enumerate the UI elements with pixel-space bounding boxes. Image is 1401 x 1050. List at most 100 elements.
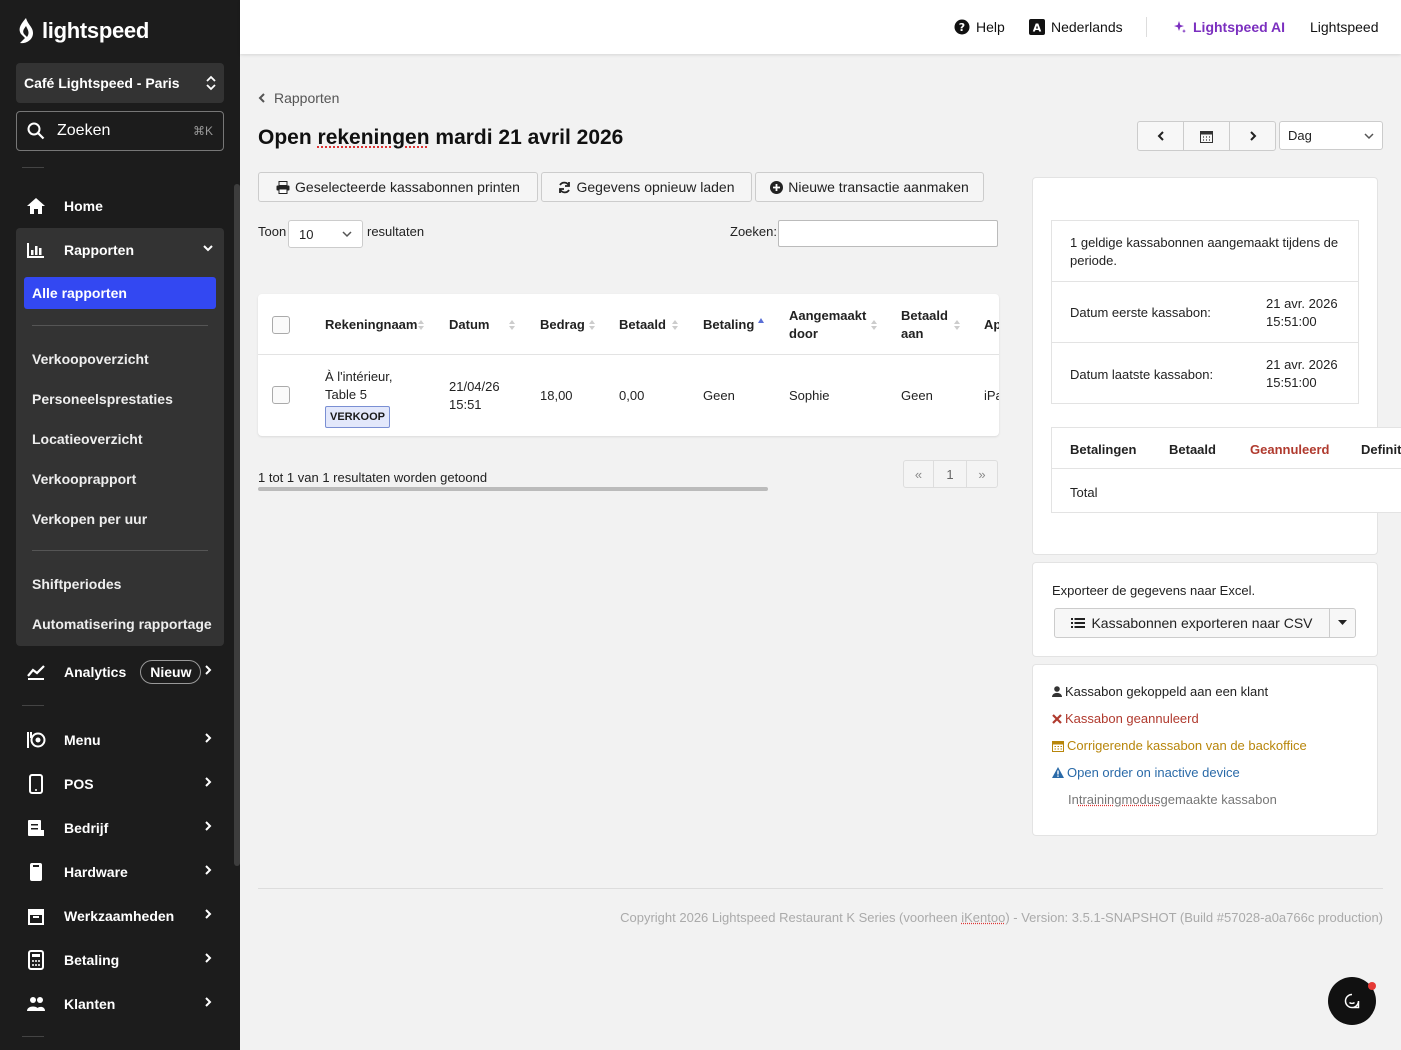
table-search-input[interactable] (778, 220, 998, 247)
select-all-checkbox[interactable] (272, 316, 290, 334)
nav-pos[interactable]: POS (16, 762, 224, 806)
nav-hardware[interactable]: Hardware (16, 850, 224, 894)
ai-label: Lightspeed AI (1193, 19, 1286, 35)
calendar-button[interactable] (1183, 121, 1230, 151)
next-date-button[interactable] (1229, 121, 1276, 151)
export-csv-label: Kassabonnen exporteren naar CSV (1091, 615, 1313, 631)
chevron-right-icon (205, 733, 212, 743)
last-receipt-value: 21 avr. 2026 15:51:00 (1266, 356, 1338, 392)
col-aangemaakt-door[interactable]: Aangemaakt door (789, 307, 869, 343)
sidebar-search[interactable]: Zoeken ⌘K (16, 111, 224, 151)
updown-chevron-icon (206, 75, 216, 91)
help-link[interactable]: ? Help (954, 19, 1005, 35)
col-bedrag[interactable]: Bedrag (540, 316, 585, 334)
table-horizontal-scrollbar[interactable] (258, 487, 768, 491)
row-checkbox[interactable] (272, 386, 290, 404)
last-receipt-date: 21 avr. 2026 (1266, 357, 1338, 372)
users-icon (26, 994, 46, 1014)
footer-copyright: Copyright 2026 Lightspeed Restaurant K S… (620, 910, 1383, 925)
page-size-value: 10 (299, 226, 314, 242)
show-label: Toon (258, 224, 287, 239)
page-size-select[interactable]: 10 (288, 220, 363, 248)
cell-name[interactable]: À l'intérieur, Table 5 VERKOOP (325, 368, 393, 428)
reload-data-button[interactable]: Gegevens opnieuw laden (541, 172, 752, 202)
cell-paid: 0,00 (619, 388, 645, 403)
sub-locatieoverzicht[interactable]: Locatieoverzicht (32, 431, 142, 447)
pager-prev[interactable]: « (903, 460, 934, 488)
svg-text:?: ? (959, 21, 965, 34)
nav-rapporten-label: Rapporten (64, 242, 134, 258)
sub-verkoopoverzicht[interactable]: Verkoopoverzicht (32, 351, 149, 367)
col-betaald-aan[interactable]: Betaald aan (901, 307, 953, 343)
col-rekeningnaam[interactable]: Rekeningnaam (325, 316, 417, 334)
user-icon (1052, 686, 1062, 697)
sub-verkooprapport[interactable]: Verkooprapport (32, 471, 136, 487)
col-betaling[interactable]: Betaling (703, 316, 754, 334)
lightspeed-ai-link[interactable]: Lightspeed AI (1173, 19, 1285, 35)
legend-training-prefix: In (1068, 792, 1079, 807)
language-label: Nederlands (1051, 19, 1123, 35)
sub-all-reports[interactable]: Alle rapporten (24, 277, 216, 309)
sort-icon (672, 320, 678, 330)
payments-col-betalingen: Betalingen (1070, 442, 1137, 457)
cell-amount: 18,00 (540, 388, 573, 403)
last-receipt-time: 15:51:00 (1266, 375, 1317, 390)
legend-corrective-text: Corrigerende kassabon van de backoffice (1067, 738, 1307, 753)
notification-dot (1368, 982, 1376, 990)
col-app[interactable]: Ap (984, 316, 999, 334)
menu-plate-icon (26, 730, 46, 750)
accounts-table: Rekeningnaam Datum Bedrag Betaald Betali… (258, 294, 999, 436)
breadcrumb[interactable]: Rapporten (258, 90, 339, 106)
nav-analytics[interactable]: Analytics Nieuw (16, 650, 224, 694)
nav-betaling[interactable]: Betaling (16, 938, 224, 982)
col-betaald[interactable]: Betaald (619, 316, 666, 334)
table-search-label: Zoeken: (730, 224, 777, 239)
sort-icon (509, 320, 515, 330)
sub-automatisering[interactable]: Automatisering rapportage (32, 616, 212, 632)
first-receipt-time: 15:51:00 (1266, 314, 1317, 329)
page-title: Open rekeningen mardi 21 avril 2026 (258, 126, 623, 150)
nav-klanten[interactable]: Klanten (16, 982, 224, 1026)
sub-verkopen-per-uur[interactable]: Verkopen per uur (32, 511, 147, 527)
nav-rapporten[interactable]: Rapporten (16, 228, 224, 272)
legend-customer-text: Kassabon gekoppeld aan een klant (1065, 684, 1269, 699)
brand-logo[interactable]: lightspeed (16, 16, 149, 46)
account-menu[interactable]: Lightspeed (1310, 19, 1379, 35)
prev-date-button[interactable] (1137, 121, 1184, 151)
nav-home[interactable]: Home (16, 184, 224, 228)
reload-label: Gegevens opnieuw laden (576, 179, 735, 195)
new-badge: Nieuw (140, 660, 202, 684)
col-datum[interactable]: Datum (449, 316, 489, 334)
new-transaction-button[interactable]: Nieuwe transactie aanmaken (755, 172, 984, 202)
nav-werkzaamheden-label: Werkzaamheden (64, 908, 175, 924)
nav-bedrijf-label: Bedrijf (64, 820, 109, 836)
cell-payment: Geen (703, 388, 735, 403)
sub-personeelsprestaties[interactable]: Personeelsprestaties (32, 391, 173, 407)
nav-menu[interactable]: Menu (16, 718, 224, 762)
period-select[interactable]: Dag (1279, 121, 1383, 150)
legend-training-suffix: gemaakte kassabon (1160, 792, 1277, 807)
cell-app: iPa (984, 388, 999, 403)
sidebar-scrollbar[interactable] (234, 184, 240, 866)
payments-col-geannuleerd: Geannuleerd (1250, 442, 1330, 457)
nav-werkzaamheden[interactable]: Werkzaamheden (16, 894, 224, 938)
chevron-right-icon (205, 953, 212, 963)
chevron-down-icon (1364, 132, 1374, 139)
export-csv-button[interactable]: Kassabonnen exporteren naar CSV (1054, 608, 1330, 638)
top-bar: ? Help A Nederlands Lightspeed AI Lights… (240, 0, 1401, 54)
sort-icon (418, 320, 424, 330)
divider (22, 705, 44, 706)
pager-next[interactable]: » (966, 460, 998, 488)
chevron-down-icon (203, 245, 213, 252)
header-divider (258, 354, 999, 355)
export-dropdown-toggle[interactable] (1329, 608, 1356, 638)
search-icon (27, 122, 45, 140)
chevron-right-icon (205, 821, 212, 831)
print-receipts-button[interactable]: Geselecteerde kassabonnen printen (258, 172, 538, 202)
location-select[interactable]: Café Lightspeed - Paris (16, 63, 224, 103)
sub-shiftperiodes[interactable]: Shiftperiodes (32, 576, 121, 592)
x-icon (1052, 713, 1062, 724)
language-select[interactable]: A Nederlands (1029, 19, 1123, 35)
nav-bedrijf[interactable]: Bedrijf (16, 806, 224, 850)
pager-page-1[interactable]: 1 (933, 460, 967, 488)
